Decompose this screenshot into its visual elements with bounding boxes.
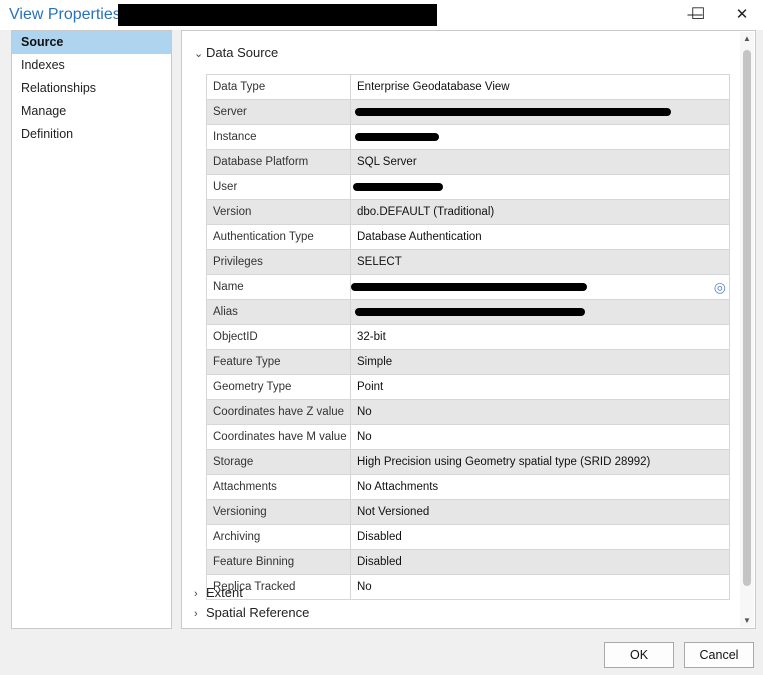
sidebar-item-definition[interactable]: Definition (12, 123, 171, 146)
table-row: Replica Tracked No (207, 575, 729, 600)
properties-table: Data Type Enterprise Geodatabase View Se… (206, 74, 730, 600)
property-key: Alias (207, 300, 351, 324)
property-key: Coordinates have M value (207, 425, 351, 449)
title-bar: View Properties — ☐ ✕ (0, 0, 763, 30)
property-key: Name (207, 275, 351, 299)
window-title: View Properties (9, 6, 121, 23)
table-row: Coordinates have M value No (207, 425, 729, 450)
table-row: Feature Type Simple (207, 350, 729, 375)
cancel-button[interactable]: Cancel (684, 642, 754, 668)
table-row: Alias (207, 300, 729, 325)
redacted-value (353, 183, 443, 191)
property-value: No (357, 581, 372, 593)
table-row: Data Type Enterprise Geodatabase View (207, 75, 729, 100)
property-key: Server (207, 100, 351, 124)
redacted-value (351, 283, 587, 291)
section-label: Spatial Reference (206, 605, 310, 620)
property-key: Database Platform (207, 150, 351, 174)
vertical-scrollbar[interactable]: ▲ ▼ (740, 32, 754, 627)
property-key: Data Type (207, 75, 351, 99)
table-row: Archiving Disabled (207, 525, 729, 550)
property-value: SELECT (357, 256, 402, 268)
locate-icon[interactable]: ◎ (714, 279, 726, 295)
sidebar-item-manage[interactable]: Manage (12, 100, 171, 123)
property-value: No (357, 431, 372, 443)
section-label: Data Source (206, 45, 279, 60)
table-row: Versioning Not Versioned (207, 500, 729, 525)
property-key: Geometry Type (207, 375, 351, 399)
property-key: User (207, 175, 351, 199)
scroll-down-icon[interactable]: ▼ (742, 616, 752, 625)
chevron-right-icon: › (194, 608, 198, 620)
table-row: User (207, 175, 729, 200)
property-key: Archiving (207, 525, 351, 549)
property-value: ◎ (351, 275, 729, 299)
table-row: Coordinates have Z value No (207, 400, 729, 425)
property-key: Storage (207, 450, 351, 474)
property-value: High Precision using Geometry spatial ty… (357, 456, 651, 468)
chevron-right-icon: › (194, 588, 198, 600)
property-value: Simple (357, 356, 393, 368)
property-value: No (357, 406, 372, 418)
property-value (351, 125, 729, 149)
property-key: Authentication Type (207, 225, 351, 249)
property-key: Feature Type (207, 350, 351, 374)
property-key: Privileges (207, 250, 351, 274)
section-label: Extent (206, 585, 243, 600)
table-row: Feature Binning Disabled (207, 550, 729, 575)
table-row: ObjectID 32-bit (207, 325, 729, 350)
content-panel: ⌄ Data Source Data Type Enterprise Geodat… (181, 30, 756, 629)
ok-button[interactable]: OK (604, 642, 674, 668)
property-value: Enterprise Geodatabase View (357, 81, 510, 93)
redacted-value (355, 308, 585, 316)
property-key: Instance (207, 125, 351, 149)
property-value: dbo.DEFAULT (Traditional) (357, 206, 495, 218)
chevron-down-icon: ⌄ (194, 48, 204, 60)
property-value: 32-bit (357, 331, 386, 343)
sidebar-item-indexes[interactable]: Indexes (12, 54, 171, 77)
property-value: Disabled (357, 556, 402, 568)
property-key: Attachments (207, 475, 351, 499)
table-row: Geometry Type Point (207, 375, 729, 400)
property-value: Not Versioned (357, 506, 430, 518)
property-value: No Attachments (357, 481, 439, 493)
table-row: Database Platform SQL Server (207, 150, 729, 175)
redacted-value (355, 108, 671, 116)
sidebar-item-relationships[interactable]: Relationships (12, 77, 171, 100)
table-row: Storage High Precision using Geometry sp… (207, 450, 729, 475)
table-row: Attachments No Attachments (207, 475, 729, 500)
scrollbar-thumb[interactable] (743, 50, 751, 586)
section-extent[interactable]: › Extent (194, 583, 243, 603)
property-value: Database Authentication (357, 231, 482, 243)
property-key: Coordinates have Z value (207, 400, 351, 424)
section-spatial-reference[interactable]: › Spatial Reference (194, 603, 309, 623)
redacted-value (355, 133, 439, 141)
property-value (351, 100, 729, 124)
table-row: Name ◎ (207, 275, 729, 300)
property-value: Point (357, 381, 384, 393)
property-value: SQL Server (357, 156, 417, 168)
section-data-source[interactable]: ⌄ Data Source (194, 43, 278, 63)
property-value (351, 175, 729, 199)
table-row: Server (207, 100, 729, 125)
property-key: Version (207, 200, 351, 224)
property-key: Versioning (207, 500, 351, 524)
sidebar: Source Indexes Relationships Manage Defi… (11, 30, 172, 629)
redacted-title-text (118, 4, 437, 26)
property-value: Disabled (357, 531, 402, 543)
property-value (351, 300, 729, 324)
maximize-button[interactable]: ☐ (683, 3, 713, 27)
property-key: ObjectID (207, 325, 351, 349)
table-row: Instance (207, 125, 729, 150)
table-row: Version dbo.DEFAULT (Traditional) (207, 200, 729, 225)
close-button[interactable]: ✕ (727, 3, 757, 27)
table-row: Authentication Type Database Authenticat… (207, 225, 729, 250)
table-row: Privileges SELECT (207, 250, 729, 275)
scroll-up-icon[interactable]: ▲ (742, 34, 752, 43)
sidebar-item-source[interactable]: Source (12, 31, 171, 54)
property-key: Feature Binning (207, 550, 351, 574)
